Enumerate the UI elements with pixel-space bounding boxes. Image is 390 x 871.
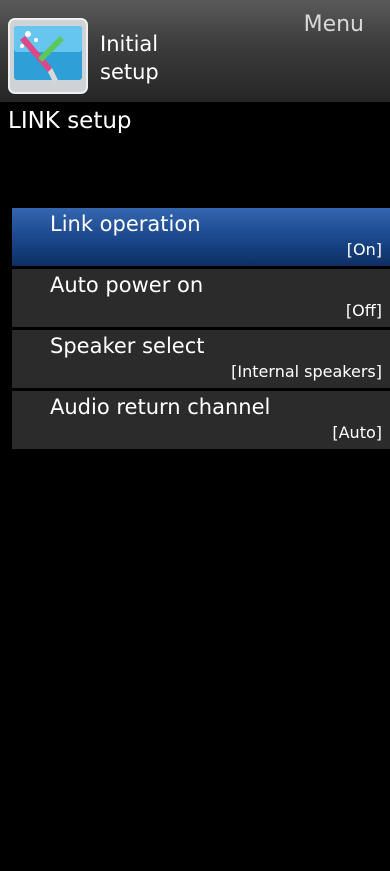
- menu-item-label: Auto power on: [50, 273, 204, 297]
- menu-item-speaker-select[interactable]: Speaker select [Internal speakers]: [12, 330, 390, 388]
- menu-item-value: [Auto]: [332, 423, 382, 442]
- page-title: LINK setup: [8, 108, 132, 134]
- header-label-line2: setup: [100, 60, 159, 84]
- menu-item-value: [Internal speakers]: [231, 362, 382, 381]
- menu-item-auto-power-on[interactable]: Auto power on [Off]: [12, 269, 390, 327]
- menu-item-link-operation[interactable]: Link operation [On]: [12, 208, 390, 266]
- menu-item-value: [Off]: [345, 301, 382, 320]
- initial-setup-icon: [8, 18, 88, 94]
- menu-item-label: Audio return channel: [50, 395, 271, 419]
- header-label: Initial setup: [100, 30, 159, 86]
- header-bar: Initial setup Menu: [0, 0, 390, 102]
- menu-item-audio-return-channel[interactable]: Audio return channel [Auto]: [12, 391, 390, 449]
- menu-label[interactable]: Menu: [304, 12, 364, 37]
- menu-item-value: [On]: [346, 240, 382, 259]
- menu-item-label: Link operation: [50, 212, 201, 236]
- header-label-line1: Initial: [100, 32, 159, 56]
- menu-list: Link operation [On] Auto power on [Off] …: [12, 208, 390, 452]
- tv-menu-screen: Initial setup Menu LINK setup Link opera…: [0, 0, 390, 871]
- menu-item-label: Speaker select: [50, 334, 205, 358]
